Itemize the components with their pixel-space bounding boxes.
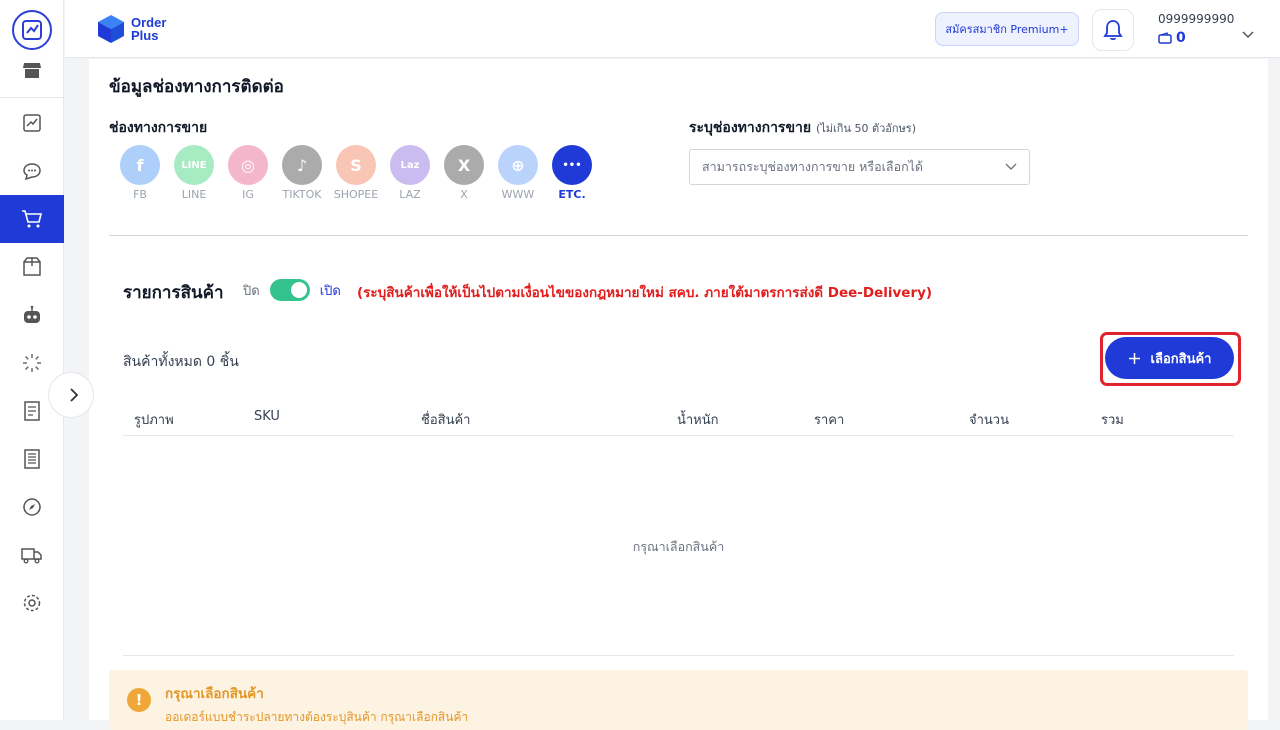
channel-label: X <box>460 188 468 201</box>
products-toggle-group: ปิด เปิด <box>243 279 341 301</box>
top-header: Order Plus สมัครสมาชิก Premium+ 09999999… <box>65 0 1280 58</box>
col-sku: SKU <box>254 409 280 424</box>
channel-label: TIKTOK <box>282 188 322 201</box>
channel-x[interactable]: XX <box>437 145 491 201</box>
channel-fb[interactable]: f FB <box>113 145 167 201</box>
gear-icon[interactable] <box>0 579 64 627</box>
col-total: รวม <box>1101 413 1124 428</box>
premium-signup-button[interactable]: สมัครสมาชิก Premium+ <box>935 12 1079 46</box>
sidebar <box>0 0 64 720</box>
select-product-label: เลือกสินค้า <box>1150 351 1212 367</box>
store-icon[interactable] <box>0 46 64 94</box>
channel-select[interactable]: สามารถระบุช่องทางการขาย หรือเลือกได้ <box>689 149 1030 185</box>
channel-x-icon: X <box>444 145 484 185</box>
plus-icon <box>1128 352 1140 364</box>
cart-icon[interactable] <box>0 195 64 243</box>
specify-label-hint: (ไม่เกิน 50 ตัวอักษร) <box>815 122 917 135</box>
channel-line-icon: LINE <box>174 145 214 185</box>
col-price: ราคา <box>814 413 845 428</box>
wallet-icon <box>1158 32 1172 44</box>
channel-www[interactable]: ⊕ WWW <box>491 145 545 201</box>
channel-label: LINE <box>181 188 207 201</box>
channel-label: WWW <box>501 188 535 201</box>
list-document-icon[interactable] <box>0 435 64 483</box>
products-total: สินค้าทั้งหมด 0 ชิ้น <box>123 354 239 370</box>
select-product-button[interactable]: เลือกสินค้า <box>1105 337 1234 379</box>
cube-logo-icon <box>98 15 124 43</box>
channel-laz[interactable]: Laz LAZ <box>383 145 437 201</box>
chevron-right-icon <box>70 388 79 402</box>
specify-label-text: ระบุช่องทางการขาย <box>689 120 812 136</box>
wallet-amount: 0 <box>1176 30 1186 46</box>
channel-ig[interactable]: ◎ IG <box>221 145 275 201</box>
empty-table-message: กรุณาเลือกสินค้า <box>632 539 725 554</box>
package-icon[interactable] <box>0 243 64 291</box>
specify-channel-label: ระบุช่องทางการขาย (ไม่เกิน 50 ตัวอักษร) <box>689 117 916 139</box>
channel-tiktok[interactable]: ♪ TIKTOK <box>275 145 329 201</box>
channel-www-icon: ⊕ <box>498 145 538 185</box>
channel-laz-icon: Laz <box>390 145 430 185</box>
products-toggle[interactable] <box>269 279 310 301</box>
chat-icon[interactable] <box>0 147 64 195</box>
bell-icon <box>1103 20 1123 41</box>
channel-label: LAZ <box>399 188 421 201</box>
chevron-down-icon <box>1242 31 1254 39</box>
wallet-balance[interactable]: 0 <box>1158 30 1186 46</box>
channel-fb-icon: f <box>120 145 160 185</box>
toggle-on-label: เปิด <box>319 283 341 299</box>
compass-icon[interactable] <box>0 483 64 531</box>
channel-line[interactable]: LINE LINE <box>167 145 221 201</box>
table-bottom-border <box>123 655 1234 656</box>
app-logo-icon[interactable] <box>12 10 52 50</box>
brand-logo[interactable]: Order Plus <box>97 14 166 44</box>
channel-label: SHOPEE <box>333 188 379 201</box>
toggle-off-label: ปิด <box>243 283 260 299</box>
col-image: รูปภาพ <box>134 413 174 428</box>
channel-shopee[interactable]: S SHOPEE <box>329 145 383 201</box>
sidebar-expand-button[interactable] <box>48 372 94 418</box>
truck-icon[interactable] <box>0 531 64 579</box>
channel-label: FB <box>133 188 147 201</box>
channel-etc[interactable]: ••• ETC. <box>545 145 599 201</box>
channel-select-placeholder: สามารถระบุช่องทางการขาย หรือเลือกได้ <box>702 159 924 174</box>
contact-section-title: ข้อมูลช่องทางการติดต่อ <box>109 77 284 97</box>
channel-tiktok-icon: ♪ <box>282 145 322 185</box>
products-table-header: รูปภาพ SKU ชื่อสินค้า น้ำหนัก ราคา จำนวน… <box>123 399 1234 436</box>
brand-line2: Plus <box>131 28 159 43</box>
channel-label: IG <box>242 188 254 201</box>
channel-label: ETC. <box>558 188 586 201</box>
channel-ig-icon: ◎ <box>228 145 268 185</box>
channel-etc-icon: ••• <box>552 145 592 185</box>
order-card: ข้อมูลช่องทางการติดต่อ ช่องทางการขาย f FB… <box>89 59 1268 730</box>
user-phone[interactable]: 0999999990 <box>1158 12 1234 26</box>
section-divider <box>109 235 1248 236</box>
channels-label: ช่องทางการขาย <box>109 120 208 136</box>
robot-icon[interactable] <box>0 291 64 339</box>
law-warning-text: (ระบุสินค้าเพื่อให้เป็นไปตามเงื่อนไขของก… <box>357 285 933 301</box>
chart-icon[interactable] <box>0 99 64 147</box>
notification-button[interactable] <box>1092 9 1134 51</box>
warning-alert: ! กรุณาเลือกสินค้า ออเดอร์แบบชำระปลายทาง… <box>109 670 1248 730</box>
exclamation-icon: ! <box>127 688 151 712</box>
col-name: ชื่อสินค้า <box>421 413 471 428</box>
channel-list: f FB LINE LINE ◎ IG ♪ TIKTOK S SHOPEE Laz LAZ X X ⊕ WWW… <box>113 145 599 201</box>
products-title: รายการสินค้า <box>123 283 224 303</box>
channel-shopee-icon: S <box>336 145 376 185</box>
col-weight: น้ำหนัก <box>677 413 719 428</box>
col-quantity: จำนวน <box>969 413 1009 428</box>
user-menu-chevron[interactable] <box>1242 24 1254 43</box>
alert-title: กรุณาเลือกสินค้า <box>165 686 264 702</box>
alert-body: ออเดอร์แบบชำระปลายทางต้องระบุสินค้า กรุณ… <box>165 710 469 724</box>
chevron-down-icon <box>1005 163 1017 170</box>
